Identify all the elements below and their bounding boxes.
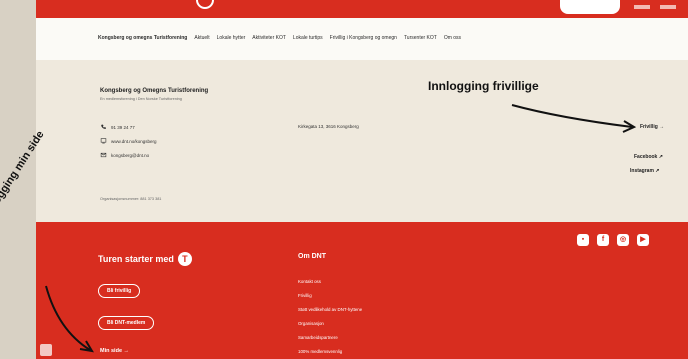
arrow-to-min-side — [45, 285, 91, 351]
arrow-to-frivillig — [511, 104, 633, 128]
arrowhead-min-side — [79, 340, 94, 353]
annotation-arrows — [45, 104, 637, 353]
